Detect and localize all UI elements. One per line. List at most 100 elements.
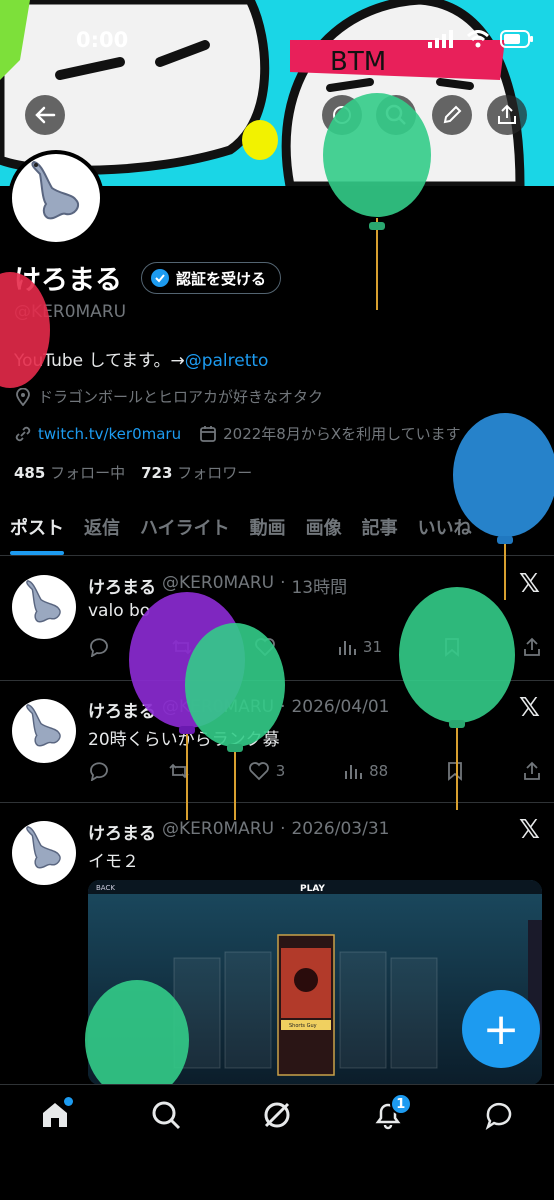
like-button[interactable]: [254, 637, 276, 657]
signal-icon: [428, 30, 453, 48]
grok-button[interactable]: [322, 95, 362, 135]
dinosaur-icon: [26, 826, 61, 869]
grok-icon: [264, 1102, 290, 1128]
post-text: イモ２: [88, 852, 139, 872]
heart-icon: [255, 638, 275, 657]
bio-mention-link[interactable]: @palretto: [185, 351, 269, 371]
joined-date: 2022年8月からXを利用しています: [223, 425, 461, 443]
share-icon: [524, 761, 540, 780]
compose-button[interactable]: +: [462, 990, 540, 1068]
post-item[interactable]: けろまる @KER0MARU · 13時間 𝕏 valo bo 31: [0, 557, 554, 681]
heart-icon: [248, 762, 269, 781]
location-pin-icon: [16, 387, 30, 406]
link-icon: [15, 426, 31, 441]
tab-photos[interactable]: 画像: [296, 500, 352, 555]
compose-plus-icon: +: [482, 1003, 520, 1055]
reply-icon: [90, 762, 108, 781]
bio-text: YouTube してます。→: [14, 351, 185, 371]
chat-bubble-icon: [485, 1102, 511, 1131]
tab-replies[interactable]: 返信: [74, 500, 130, 555]
back-button[interactable]: [25, 95, 65, 135]
profile-handle: @KER0MARU: [14, 302, 127, 322]
edit-button[interactable]: [432, 95, 472, 135]
nav-grok[interactable]: [247, 1099, 307, 1139]
profile-tabs: ポスト 返信 ハイライト 動画 画像 記事 いいね: [0, 500, 554, 556]
x-logo-icon[interactable]: 𝕏: [519, 569, 540, 599]
profile-bio: YouTube してます。→@palretto: [14, 346, 268, 371]
share-post-button[interactable]: [522, 637, 542, 657]
post-separator: ·: [280, 697, 286, 717]
following-label: フォロー中: [50, 464, 126, 482]
share-button[interactable]: [487, 95, 527, 135]
repost-icon: [169, 763, 189, 779]
following-link[interactable]: 485 フォロー中: [14, 462, 125, 483]
reply-button[interactable]: [88, 637, 110, 657]
like-button[interactable]: 3: [248, 761, 286, 781]
post-author-name: けろまる: [88, 702, 156, 722]
post-author-name: けろまる: [88, 578, 156, 598]
profile-avatar[interactable]: [8, 150, 104, 246]
repost-button[interactable]: [168, 761, 190, 781]
share-post-button[interactable]: [522, 761, 542, 781]
location-text: ドラゴンボールとヒロアカが好きなオタク: [38, 388, 324, 406]
arrow-left-icon: [35, 106, 56, 124]
tab-articles[interactable]: 記事: [352, 500, 408, 555]
bookmark-button[interactable]: [446, 761, 464, 781]
views-button[interactable]: 31: [337, 637, 382, 657]
dinosaur-icon: [26, 580, 61, 623]
following-count: 485: [14, 464, 46, 482]
post-author-handle: @KER0MARU: [162, 573, 275, 593]
nav-search[interactable]: [136, 1099, 196, 1139]
verified-badge-icon: [151, 269, 169, 287]
profile-meta-row: twitch.tv/ker0maru 2022年8月からXを利用しています: [14, 423, 554, 444]
bookmark-button[interactable]: [443, 637, 461, 657]
reply-button[interactable]: [88, 761, 110, 781]
post-avatar[interactable]: [12, 821, 76, 885]
tab-posts[interactable]: ポスト: [0, 500, 74, 555]
views-button[interactable]: 88: [343, 761, 388, 781]
post-text: valo bo: [88, 601, 151, 621]
status-time: 0:00: [76, 28, 129, 52]
dinosaur-icon: [26, 704, 61, 747]
home-unread-dot: [64, 1097, 74, 1106]
post-item[interactable]: けろまる @KER0MARU · 2026/04/01 𝕏 20時くらいからラン…: [0, 681, 554, 803]
followers-count: 723: [141, 464, 173, 482]
bottom-navigation: 1: [0, 1084, 554, 1200]
battery-icon: [500, 30, 533, 48]
post-avatar[interactable]: [12, 699, 76, 763]
wifi-icon: [466, 30, 490, 48]
post-avatar[interactable]: [12, 575, 76, 639]
tab-highlights[interactable]: ハイライト: [130, 500, 240, 555]
search-button[interactable]: [376, 95, 416, 135]
website-link[interactable]: twitch.tv/ker0maru: [38, 425, 181, 443]
tab-videos[interactable]: 動画: [240, 500, 296, 555]
share-icon: [524, 637, 540, 656]
post-time: 13時間: [291, 578, 348, 598]
nav-home[interactable]: [25, 1097, 85, 1139]
repost-button[interactable]: [171, 637, 193, 657]
post-header: けろまる @KER0MARU · 2026/04/01: [88, 697, 389, 722]
media-card-label: Shorts Guy: [289, 1023, 317, 1029]
get-verified-button[interactable]: 認証を受ける: [141, 262, 282, 294]
nav-messages[interactable]: [469, 1099, 529, 1139]
post-time: 2026/04/01: [291, 697, 390, 717]
x-logo-icon[interactable]: 𝕏: [519, 815, 540, 845]
post-time: 2026/03/31: [291, 819, 390, 839]
headband-text: BTM: [330, 47, 386, 77]
calendar-icon: [200, 425, 217, 442]
reply-icon: [90, 638, 108, 657]
share-icon: [498, 104, 516, 124]
nav-notifications[interactable]: 1: [358, 1093, 418, 1139]
x-logo-icon[interactable]: 𝕏: [519, 693, 540, 723]
views-icon: [338, 641, 356, 655]
likes-count: 3: [275, 762, 286, 780]
profile-name: けろまる: [14, 265, 122, 296]
follow-stats: 485 フォロー中 723 フォロワー: [14, 462, 252, 483]
repost-icon: [172, 639, 192, 655]
post-actions: 31: [88, 637, 542, 657]
dinosaur-icon: [31, 160, 80, 220]
tab-likes[interactable]: いいね: [408, 500, 482, 555]
get-verified-label: 認証を受ける: [176, 269, 267, 288]
grok-icon: [333, 106, 351, 124]
followers-link[interactable]: 723 フォロワー: [141, 462, 252, 483]
